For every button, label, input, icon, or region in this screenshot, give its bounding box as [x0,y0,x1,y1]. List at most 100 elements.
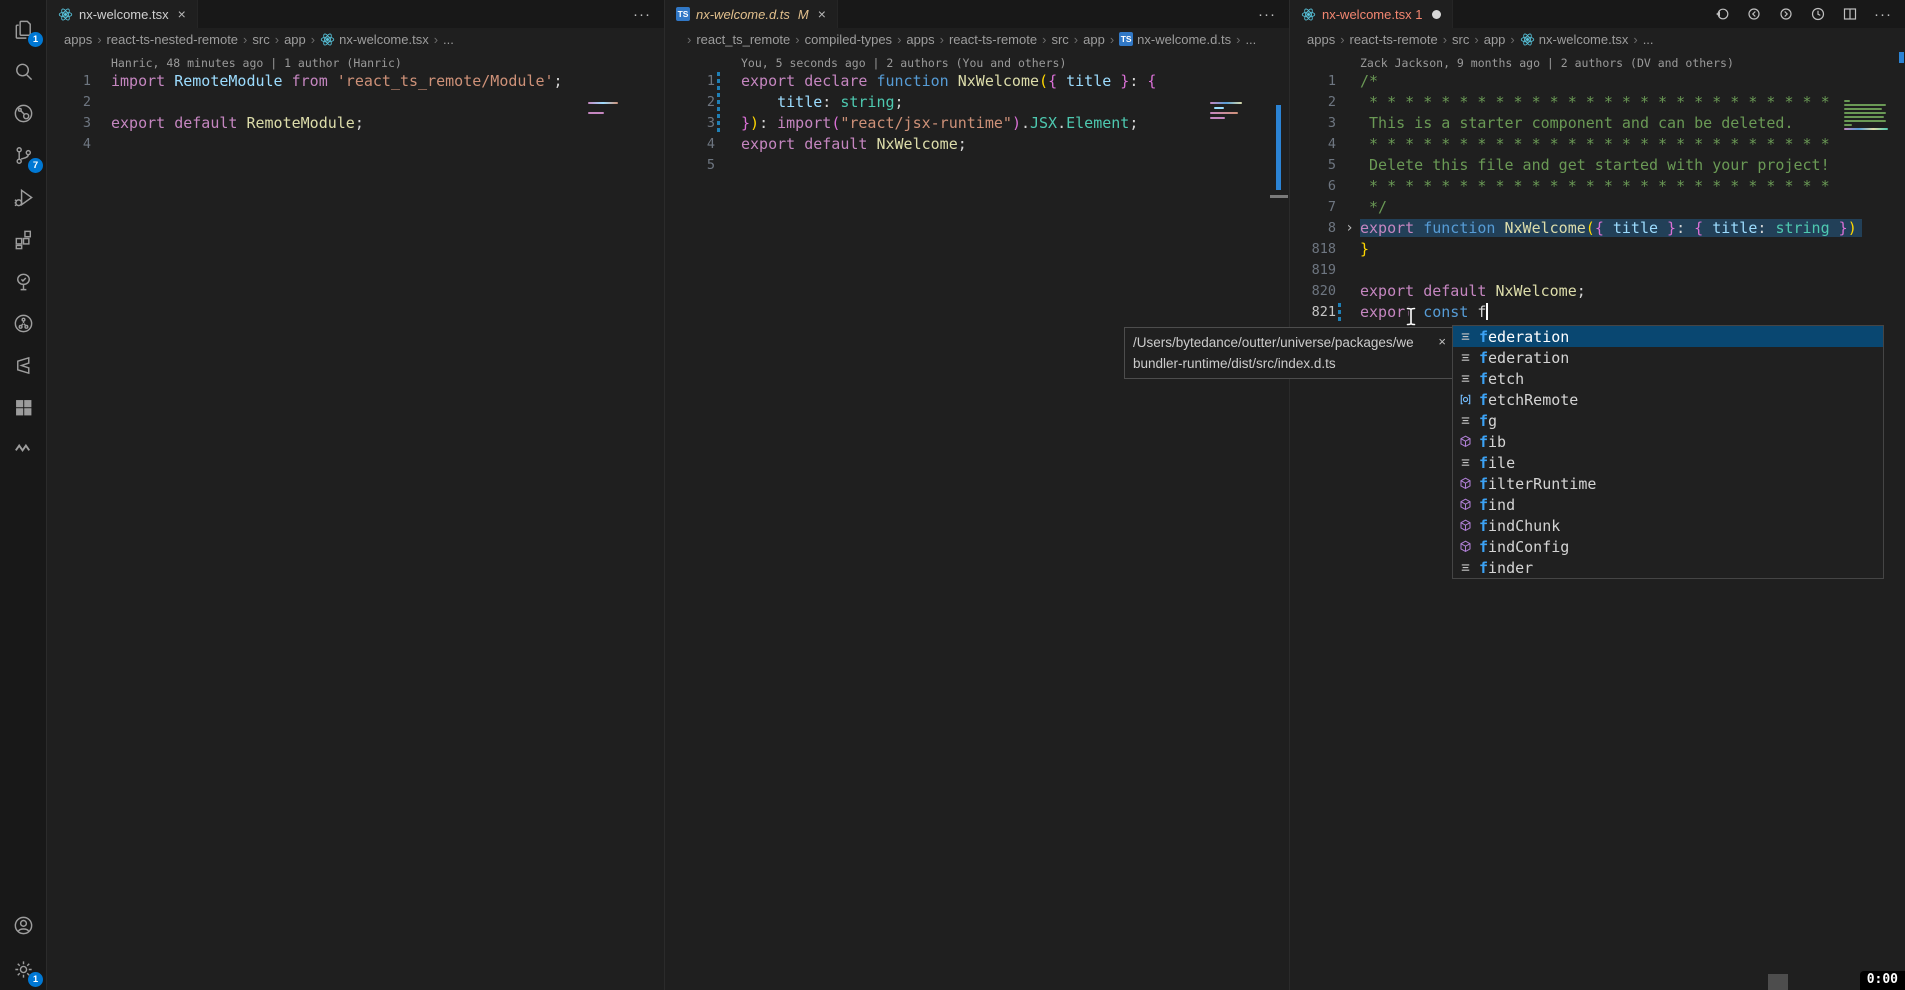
code-text[interactable]: title: string; [722,92,1289,113]
suggest-item-federation[interactable]: federation [1453,326,1883,347]
code-line[interactable]: 821 export const f [1290,302,1905,323]
code-line[interactable]: 5 Delete this file and get started with … [1290,155,1905,176]
breadcrumb-item[interactable]: apps [906,32,934,47]
code-text[interactable] [96,134,664,155]
close-tab-icon[interactable]: × [178,6,186,22]
breadcrumb-item[interactable]: app [1083,32,1105,47]
close-icon[interactable]: × [1438,331,1446,352]
tab-nx-welcome-dts[interactable]: TS nx-welcome.d.ts M × [665,0,838,28]
timer-icon[interactable] [1810,6,1826,22]
code-text[interactable]: export default NxWelcome; [722,134,1289,155]
code-line[interactable]: 3 This is a starter component and can be… [1290,113,1905,134]
code-line[interactable]: 2 [47,92,664,113]
code-text[interactable]: } [1358,239,1905,260]
breadcrumb-item[interactable]: nx-welcome.tsx [1520,32,1629,47]
code-line[interactable]: 2 title: string; [665,92,1289,113]
code-text[interactable]: */ [1358,197,1905,218]
code-line[interactable]: 4 [47,134,664,155]
more-actions-icon[interactable]: ··· [1874,6,1892,23]
suggest-item-fetch[interactable]: fetch [1453,368,1883,389]
code-text[interactable] [96,92,664,113]
explorer-icon[interactable]: 1 [0,8,47,50]
breadcrumb-item[interactable]: apps [64,32,92,47]
line-number[interactable]: 4 [47,134,91,155]
line-number[interactable]: 1 [1290,71,1336,92]
breadcrumb-item[interactable]: react-ts-remote [949,32,1037,47]
code-line[interactable]: 1/* [1290,71,1905,92]
breadcrumb-item[interactable]: ... [1643,32,1654,47]
account-icon[interactable] [0,904,47,946]
breadcrumb-item[interactable]: react_ts_remote [696,32,790,47]
breadcrumb-item[interactable]: apps [1307,32,1335,47]
go-back-icon[interactable] [1714,6,1730,22]
breadcrumb-item[interactable]: TSnx-welcome.d.ts [1119,32,1231,47]
line-number[interactable]: 2 [665,92,715,113]
code-line[interactable]: 1import RemoteModule from 'react_ts_remo… [47,71,664,92]
code-line[interactable]: 6 * * * * * * * * * * * * * * * * * * * … [1290,176,1905,197]
code-line[interactable]: 2 * * * * * * * * * * * * * * * * * * * … [1290,92,1905,113]
minimap[interactable] [588,100,638,140]
code-line[interactable]: 819 [1290,260,1905,281]
next-change-icon[interactable] [1778,6,1794,22]
line-number[interactable]: 2 [1290,92,1336,113]
breadcrumb-item[interactable]: src [1452,32,1469,47]
suggest-item-fetchRemote[interactable]: fetchRemote [1453,389,1883,410]
code-line[interactable]: 820export default NxWelcome; [1290,281,1905,302]
suggest-item-findChunk[interactable]: findChunk [1453,515,1883,536]
code-text[interactable]: * * * * * * * * * * * * * * * * * * * * … [1358,134,1905,155]
code-line[interactable]: 7 */ [1290,197,1905,218]
code-editor[interactable]: You, 5 seconds ago | 2 authors (You and … [665,50,1289,990]
line-number[interactable]: 4 [1290,134,1336,155]
split-editor-icon[interactable] [1842,6,1858,22]
code-text[interactable]: * * * * * * * * * * * * * * * * * * * * … [1358,176,1905,197]
breadcrumb-item[interactable]: app [284,32,306,47]
line-number[interactable]: 4 [665,134,715,155]
line-number[interactable]: 5 [1290,155,1336,176]
extensions-icon[interactable] [0,218,47,260]
source-control-icon[interactable]: 7 [0,134,47,176]
line-number[interactable]: 3 [47,113,91,134]
run-and-debug-icon[interactable] [0,176,47,218]
tab-nx-welcome-tsx-1[interactable]: nx-welcome.tsx 1 [1290,0,1453,28]
codelens[interactable]: Hanric, 48 minutes ago | 1 author (Hanri… [47,50,664,71]
suggest-item-fg[interactable]: fg [1453,410,1883,431]
scrollbar-thumb[interactable] [1768,974,1788,990]
line-number[interactable]: 5 [665,155,715,176]
code-text[interactable]: export const f [1358,302,1905,323]
code-line[interactable]: 818} [1290,239,1905,260]
code-line[interactable]: 8›export function NxWelcome({ title }: {… [1290,218,1905,239]
suggest-item-federation[interactable]: federation [1453,347,1883,368]
suggest-item-filterRuntime[interactable]: filterRuntime [1453,473,1883,494]
codelens[interactable]: You, 5 seconds ago | 2 authors (You and … [665,50,1289,71]
line-number[interactable]: 7 [1290,197,1336,218]
waves-icon[interactable] [0,426,47,468]
code-text[interactable]: Delete this file and get started with yo… [1358,155,1905,176]
code-line[interactable]: 4 * * * * * * * * * * * * * * * * * * * … [1290,134,1905,155]
code-text[interactable]: export declare function NxWelcome({ titl… [722,71,1289,92]
suggest-item-fib[interactable]: fib [1453,431,1883,452]
grid-icon[interactable] [0,386,47,428]
suggest-item-findConfig[interactable]: findConfig [1453,536,1883,557]
more-actions-icon[interactable]: ··· [1258,6,1276,23]
code-text[interactable]: export default RemoteModule; [96,113,664,134]
line-number[interactable]: 1 [665,71,715,92]
code-editor[interactable]: Hanric, 48 minutes ago | 1 author (Hanri… [47,50,664,990]
breadcrumb-item[interactable]: compiled-types [805,32,892,47]
settings-gear-icon[interactable]: 1 [0,948,47,990]
codelens[interactable]: Zack Jackson, 9 months ago | 2 authors (… [1290,50,1905,71]
line-number[interactable]: 2 [47,92,91,113]
code-line[interactable]: 4 export default NxWelcome; [665,134,1289,155]
previous-change-icon[interactable] [1746,6,1762,22]
line-number[interactable]: 820 [1290,281,1336,302]
breadcrumb-item[interactable]: nx-welcome.tsx [320,32,429,47]
tab-nx-welcome-tsx[interactable]: nx-welcome.tsx × [47,0,198,28]
suggest-item-file[interactable]: file [1453,452,1883,473]
breadcrumb-item[interactable]: ... [1245,32,1256,47]
code-text[interactable]: export function NxWelcome({ title }: { t… [1358,218,1905,239]
more-actions-icon[interactable]: ··· [633,6,651,23]
code-text[interactable] [722,155,1289,176]
line-number[interactable]: 8 [1290,218,1336,239]
line-number[interactable]: 3 [1290,113,1336,134]
line-number[interactable]: 821 [1290,302,1336,323]
test-tree-icon[interactable] [0,260,47,302]
